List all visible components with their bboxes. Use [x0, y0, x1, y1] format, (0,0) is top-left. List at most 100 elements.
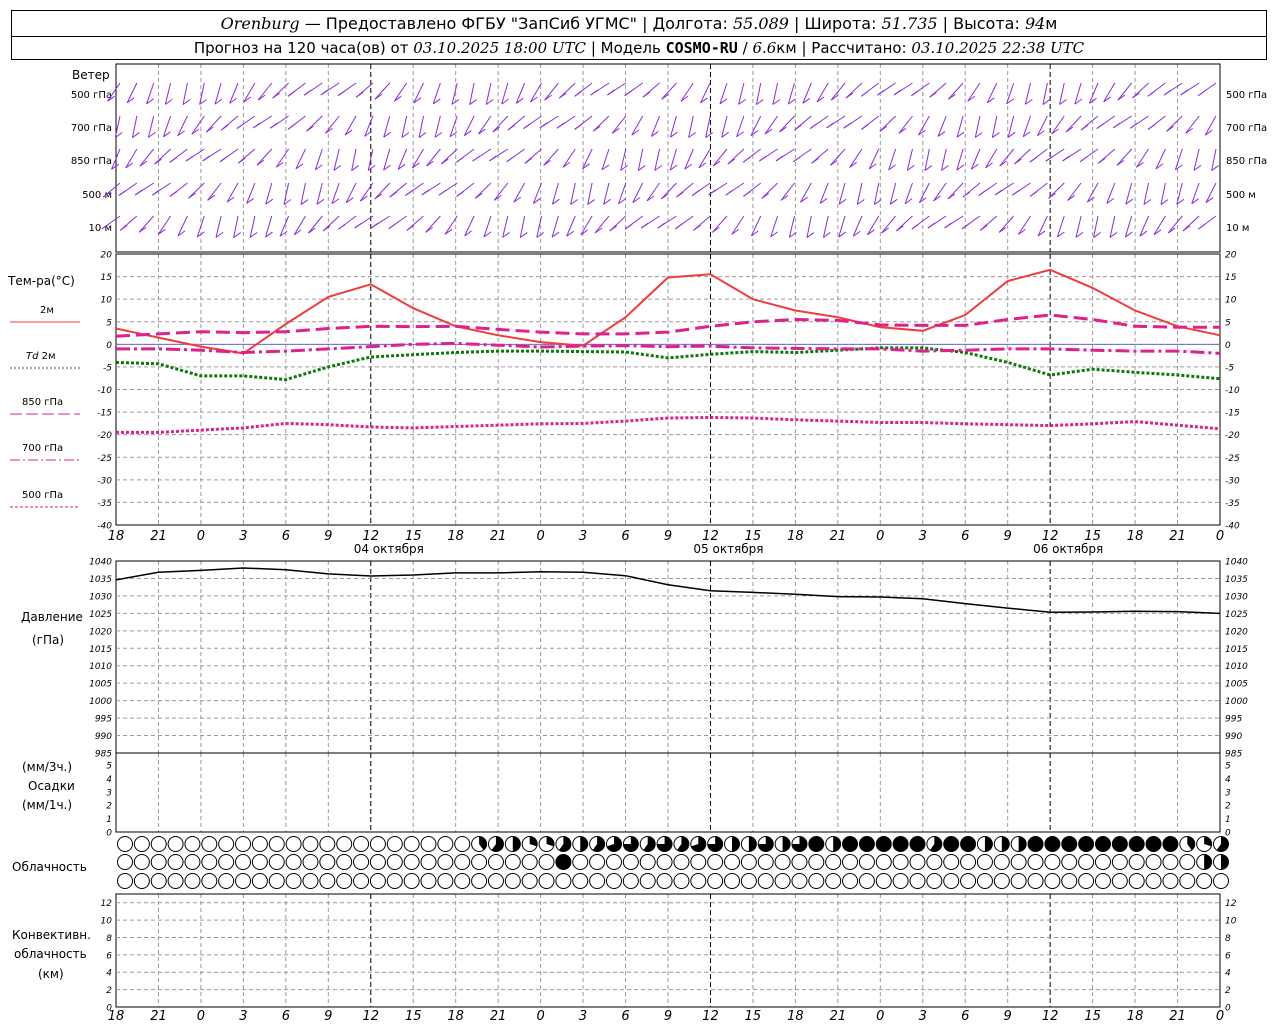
cloud-cover-fill	[1061, 836, 1077, 852]
wind-barb-flag	[793, 156, 801, 163]
pressure-axis-tick-label-right: 1015	[1225, 645, 1248, 655]
cloud-cover-marker	[1196, 873, 1213, 889]
wind-barb-shaft	[344, 115, 357, 136]
cloud-cover-marker	[454, 836, 471, 852]
wind-barb-shaft	[139, 148, 155, 167]
cloud-cover-fill	[808, 836, 824, 852]
cloud-cover-marker	[521, 854, 538, 870]
wind-barb-flag	[1198, 223, 1206, 230]
pressure-axis-tick-label-right: 1025	[1225, 610, 1248, 620]
wind-barb-shaft	[838, 215, 846, 238]
wind-barb-shaft	[544, 82, 559, 101]
temp-axis-tick-label-right: -25	[1225, 454, 1240, 464]
wind-barb-flag	[393, 95, 402, 102]
temp-x-tick-label: 18	[787, 529, 804, 544]
pressure-axis-tick-label-right: 1030	[1225, 592, 1248, 602]
cloud-cover-marker	[251, 873, 268, 889]
wind-barb-shaft	[125, 148, 138, 169]
temp-x-tick-label: 21	[1169, 529, 1186, 544]
cloud-cover-marker	[538, 873, 555, 889]
temp-axis-tick-label-right: -30	[1225, 476, 1240, 486]
temp-axis-tick-label-right: 5	[1225, 318, 1231, 328]
wind-barb-flag	[185, 155, 194, 162]
wind-barb-flag	[896, 225, 904, 232]
cloud-cover-fill	[782, 836, 791, 852]
wind-barb-shaft	[1153, 215, 1166, 236]
wind-barb-shaft	[157, 215, 172, 235]
wind-level-label-left: 500 м	[82, 190, 112, 201]
wind-barb-shaft	[611, 115, 627, 134]
wind-barb-flag	[303, 89, 312, 96]
wind-barb-flag	[893, 89, 902, 96]
wind-level-label-right: 700 гПа	[1226, 123, 1267, 134]
cloud-cover-marker	[150, 854, 167, 870]
cloud-cover-fill	[1204, 854, 1212, 870]
cloud-cover-marker	[437, 854, 454, 870]
wind-barb-flag	[978, 190, 987, 196]
cloud-cover-marker	[336, 836, 353, 852]
temp-x-tick-label: 0	[197, 529, 205, 544]
temp-axis-tick-label-right: -10	[1225, 386, 1240, 396]
cloud-cover-marker	[926, 873, 943, 889]
cloud-cover-marker	[1162, 873, 1179, 889]
cloud-cover-fill	[1018, 836, 1027, 852]
wind-barb-shaft	[478, 115, 492, 135]
temp-x-tick-label: 9	[664, 529, 672, 544]
wind-barb-flag	[287, 123, 296, 130]
wind-level-label-left: 850 гПа	[71, 156, 112, 167]
wind-barb-flag	[861, 124, 869, 130]
wind-barb-flag	[1147, 90, 1156, 97]
cloud-cover-marker	[319, 854, 336, 870]
wind-level-label-right: 500 м	[1226, 190, 1256, 201]
cloud-cover-marker	[572, 873, 589, 889]
cloud-cover-marker	[235, 836, 252, 852]
wind-barb-shaft	[866, 215, 880, 236]
cloud-cover-marker	[1145, 854, 1162, 870]
cloud-cover-marker	[622, 873, 639, 889]
bottom-x-tick-label: 6	[282, 1009, 290, 1024]
cloud-cover-marker	[133, 873, 150, 889]
cloud-cover-marker	[133, 836, 150, 852]
wind-barb-shaft	[764, 115, 779, 135]
cloud-cover-marker	[353, 854, 370, 870]
cloud-cover-fill	[909, 836, 925, 852]
wind-barb-flag	[574, 90, 582, 97]
wind-barb-flag	[708, 189, 716, 196]
wind-barb-flag	[691, 190, 700, 196]
wind-barb-flag	[742, 156, 751, 163]
cloud-cover-marker	[825, 854, 842, 870]
wind-barb-shaft	[1124, 215, 1133, 238]
wind-barb-flag	[642, 91, 651, 98]
temp-x-tick-label: 3	[919, 529, 927, 544]
convective-axis-tick-label-right: 4	[1225, 969, 1231, 979]
wind-barb-shaft	[698, 148, 711, 169]
temp-axis-tick-label-right: 20	[1225, 251, 1237, 261]
cloud-cover-marker	[285, 854, 302, 870]
cloud-cover-marker	[403, 836, 420, 852]
cloud-cover-marker	[960, 854, 977, 870]
cloud-cover-fill	[984, 836, 993, 852]
wind-barb-flag	[1011, 189, 1020, 196]
wind-barb-shaft	[191, 115, 205, 135]
wind-barb-flag	[287, 90, 296, 97]
bottom-x-tick-label: 15	[1084, 1009, 1101, 1024]
cloud-cover-marker	[960, 873, 977, 889]
precip-axis-tick-label-left: 3	[106, 788, 112, 798]
cloud-cover-marker	[184, 836, 201, 852]
wind-barb-flag	[761, 192, 770, 199]
bottom-x-tick-label: 12	[362, 1009, 379, 1024]
cloud-cover-marker	[386, 873, 403, 889]
wind-barb-shaft	[1056, 215, 1065, 238]
temp-axis-tick-label-left: -20	[97, 431, 112, 441]
bottom-x-tick-label: 21	[490, 1009, 507, 1024]
wind-barb-flag	[1029, 156, 1038, 163]
wind-barb-flag	[574, 124, 582, 130]
temp-axis-tick-label-left: -5	[103, 363, 112, 373]
cloud-cover-marker	[218, 854, 235, 870]
bottom-x-tick-label: 3	[919, 1009, 927, 1024]
wind-barb-shaft	[325, 115, 340, 134]
wind-barb-flag	[1096, 123, 1105, 129]
wind-barb-flag	[1048, 192, 1056, 199]
wind-barb-shaft	[226, 182, 239, 203]
cloud-cover-marker	[302, 854, 319, 870]
